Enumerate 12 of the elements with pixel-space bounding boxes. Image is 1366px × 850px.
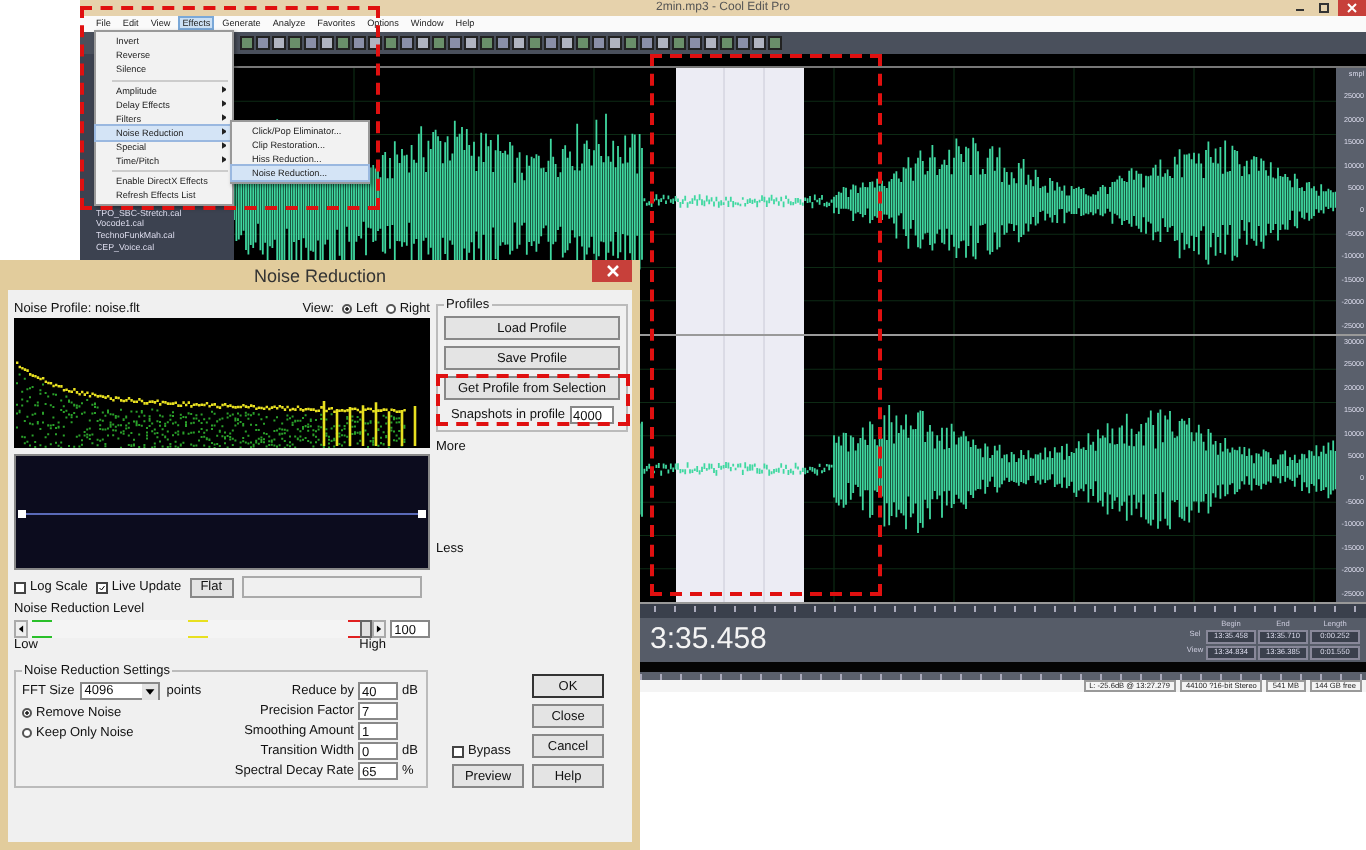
slider-thumb[interactable] xyxy=(360,620,373,638)
restore-icon[interactable] xyxy=(1314,0,1334,16)
reduction-curve-editor[interactable] xyxy=(14,454,430,570)
caret-icon xyxy=(142,683,159,699)
level-slider[interactable] xyxy=(14,620,387,638)
dialog-title: Noise Reduction xyxy=(253,265,387,285)
close-button[interactable] xyxy=(592,260,632,282)
arrow-right-icon[interactable] xyxy=(372,620,387,638)
close-icon xyxy=(605,264,619,278)
close-icon[interactable] xyxy=(1338,0,1366,16)
arrow-left-icon[interactable] xyxy=(14,620,28,638)
time-display: 3:35.458 xyxy=(650,622,767,657)
